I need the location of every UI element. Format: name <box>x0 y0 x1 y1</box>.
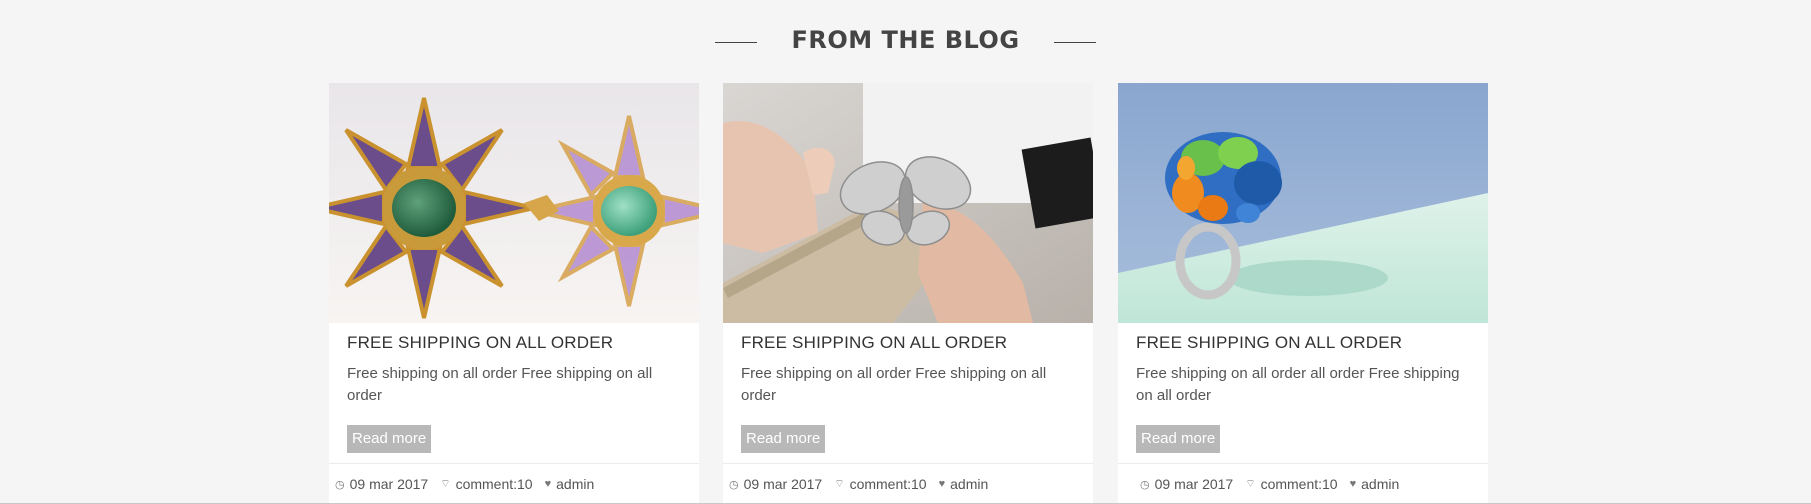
clock-icon: ◷ <box>1140 478 1150 491</box>
heart-icon: ♥ <box>1349 478 1357 490</box>
post-image-jeweler[interactable] <box>723 83 1093 323</box>
post-author[interactable]: ♥ admin <box>545 476 595 492</box>
section-heading: FROM THE BLOG <box>0 26 1811 54</box>
heart-icon: ♥ <box>544 478 552 490</box>
post-excerpt: Free shipping on all order Free shipping… <box>741 365 1047 404</box>
post-image-bracelet[interactable] <box>329 83 699 323</box>
heading-divider-right <box>1053 41 1096 43</box>
post-date-text: 09 mar 2017 <box>349 476 429 492</box>
clock-icon: ◷ <box>729 478 739 491</box>
post-title[interactable]: FREE SHIPPING ON ALL ORDER <box>741 333 1075 353</box>
comment-icon: ⌔ <box>440 478 451 490</box>
post-comments-text: comment:10 <box>1260 476 1338 492</box>
heart-icon: ♥ <box>938 478 946 490</box>
read-more-button[interactable]: Read more <box>347 425 432 453</box>
post-date: ◷ 09 mar 2017 <box>1140 476 1233 492</box>
blog-card: FREE SHIPPING ON ALL ORDER Free shipping… <box>329 83 699 504</box>
post-comments[interactable]: ⌔ comment:10 <box>1245 476 1337 492</box>
comment-icon: ⌔ <box>1245 478 1256 490</box>
post-meta: ◷ 09 mar 2017 ⌔ comment:10 ♥ admin <box>723 463 1093 504</box>
post-author-text: admin <box>1361 476 1400 492</box>
comment-icon: ⌔ <box>834 478 845 490</box>
post-title[interactable]: FREE SHIPPING ON ALL ORDER <box>1136 333 1470 353</box>
post-comments-text: comment:10 <box>455 476 533 492</box>
post-date-text: 09 mar 2017 <box>1154 476 1234 492</box>
post-image-ring[interactable] <box>1118 83 1488 323</box>
post-meta: ◷ 09 mar 2017 ⌔ comment:10 ♥ admin <box>329 463 699 504</box>
post-date: ◷ 09 mar 2017 <box>335 476 428 492</box>
post-comments-text: comment:10 <box>849 476 927 492</box>
post-date: ◷ 09 mar 2017 <box>729 476 822 492</box>
post-author[interactable]: ♥ admin <box>1350 476 1400 492</box>
blog-section: FROM THE BLOG FREE SHIPPING ON ALL ORDER… <box>0 0 1811 504</box>
post-author-text: admin <box>950 476 989 492</box>
heading-divider-left <box>715 41 758 43</box>
post-title[interactable]: FREE SHIPPING ON ALL ORDER <box>347 333 681 353</box>
post-meta: ◷ 09 mar 2017 ⌔ comment:10 ♥ admin <box>1118 463 1488 504</box>
post-comments[interactable]: ⌔ comment:10 <box>440 476 532 492</box>
post-author[interactable]: ♥ admin <box>939 476 989 492</box>
blog-card: FREE SHIPPING ON ALL ORDER Free shipping… <box>723 83 1093 504</box>
post-date-text: 09 mar 2017 <box>743 476 823 492</box>
read-more-button[interactable]: Read more <box>741 425 826 453</box>
blog-card: FREE SHIPPING ON ALL ORDER Free shipping… <box>1118 83 1488 504</box>
read-more-button[interactable]: Read more <box>1136 425 1221 453</box>
post-comments[interactable]: ⌔ comment:10 <box>834 476 926 492</box>
post-excerpt: Free shipping on all order all order Fre… <box>1136 365 1460 404</box>
section-title: FROM THE BLOG <box>791 26 1020 54</box>
post-author-text: admin <box>556 476 595 492</box>
clock-icon: ◷ <box>335 478 345 491</box>
post-excerpt: Free shipping on all order Free shipping… <box>347 365 653 404</box>
